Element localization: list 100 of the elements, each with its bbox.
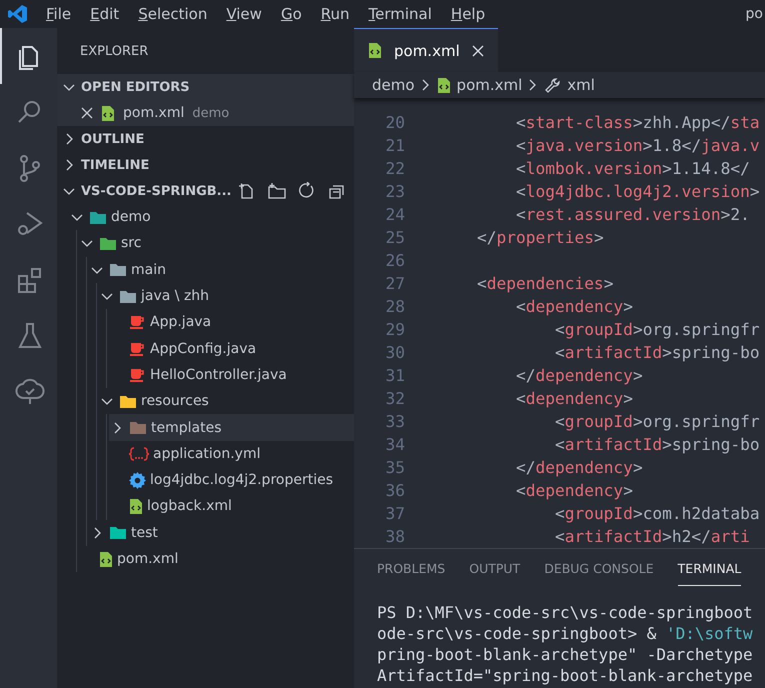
xml-file-icon — [129, 498, 143, 515]
tree-item[interactable]: src — [79, 230, 354, 257]
window-title: po — [746, 6, 763, 22]
line-number: 22 — [384, 159, 405, 178]
code-line: <rest.assured.version>2. — [514, 205, 750, 224]
line-number: 28 — [384, 297, 405, 316]
files-icon — [18, 46, 38, 70]
tree-item[interactable]: demo — [69, 204, 354, 230]
xml-file-icon — [368, 42, 382, 59]
code-line: <start-class>zhh.App</sta — [514, 113, 760, 132]
line-number: 37 — [384, 504, 405, 523]
code-line: <groupId>com.h2databa — [554, 504, 760, 523]
chevron-icon — [528, 78, 538, 92]
code-line: </dependency> — [514, 366, 643, 385]
tree-item[interactable]: templates — [109, 414, 354, 441]
menu-item[interactable]: File — [46, 3, 72, 25]
menu-item[interactable]: Edit — [90, 3, 120, 25]
refresh-icon[interactable] — [298, 182, 316, 200]
menu-item[interactable]: Selection — [138, 3, 208, 25]
coffee-cup-icon — [129, 366, 146, 383]
menu-item[interactable]: Run — [320, 3, 350, 25]
code-line: <dependency> — [514, 297, 633, 316]
coffee-cup-icon — [129, 340, 146, 357]
terminal-line: PS D:\MF\vs-code-src\vs-code-springboot — [377, 602, 754, 623]
code-line: <groupId>org.springfr — [554, 412, 760, 431]
code-line: <artifactId>h2</arti — [554, 527, 750, 546]
code-line: <java.version>1.8</java.v — [514, 136, 760, 155]
code-line: <log4jdbc.log4j2.version> — [514, 182, 760, 201]
code-line: <dependency> — [514, 481, 633, 500]
code-line: <lombok.version>1.14.8</ — [514, 159, 750, 178]
tree-item[interactable]: application.yml — [109, 440, 354, 467]
terminal-line: pring-boot-blank-archetype" -Darchetype — [377, 644, 754, 665]
flask-icon — [18, 323, 42, 348]
extensions-icon — [18, 268, 40, 293]
panel-tab[interactable]: DEBUG CONSOLE — [544, 561, 654, 586]
tree-item[interactable]: AppConfig.java — [109, 335, 354, 362]
line-number: 27 — [384, 274, 405, 293]
code-line: <dependencies> — [476, 274, 614, 293]
line-number: 23 — [384, 182, 405, 201]
breadcrumb-item[interactable]: pom.xml — [456, 76, 522, 94]
new-folder-icon[interactable] — [268, 182, 286, 200]
line-number: 25 — [384, 228, 405, 247]
xml-file-icon — [99, 550, 113, 568]
line-number: 21 — [384, 136, 405, 155]
search-icon — [18, 101, 40, 123]
section-header[interactable]: TIMELINE — [57, 152, 354, 178]
tree-item[interactable]: HelloController.java — [109, 362, 354, 388]
sidebar-title: EXPLORER — [80, 44, 148, 58]
xml-file-icon — [101, 104, 115, 122]
coffee-cup-icon — [129, 314, 146, 330]
tree-check-icon — [14, 378, 44, 405]
section-header[interactable]: OPEN EDITORS — [57, 74, 354, 100]
line-number: 36 — [384, 481, 405, 500]
breadcrumb-item[interactable]: xml — [567, 76, 595, 94]
menu-item[interactable]: Terminal — [368, 3, 432, 25]
code-line: <artifactId>spring-bo — [554, 343, 760, 362]
section-header[interactable]: VS-CODE-SPRINGB... — [57, 178, 354, 204]
tree-item[interactable]: java \ zhh — [99, 282, 354, 310]
panel-tab[interactable]: OUTPUT — [469, 561, 520, 586]
app-logo-icon — [8, 4, 28, 24]
panel-tab[interactable]: PROBLEMS — [377, 561, 446, 586]
tree-item[interactable]: log4jdbc.log4j2.properties — [109, 466, 354, 494]
tree-item[interactable]: logback.xml — [109, 493, 354, 520]
line-number: 32 — [384, 389, 405, 408]
terminal-line: ArtifactId="spring-boot-blank-archetype — [377, 665, 754, 686]
panel-tab[interactable]: TERMINAL — [678, 561, 742, 586]
line-number: 26 — [384, 251, 405, 270]
line-number: 29 — [384, 320, 405, 339]
line-number: 31 — [384, 366, 405, 385]
braces-icon — [129, 446, 149, 461]
close-icon[interactable] — [472, 44, 484, 56]
line-number: 35 — [384, 458, 405, 477]
wrench-icon — [544, 76, 562, 94]
code-line: <dependency> — [514, 389, 633, 408]
xml-file-icon — [436, 76, 451, 94]
tree-item[interactable]: pom.xml — [79, 546, 354, 572]
section-header[interactable]: OUTLINE — [57, 126, 354, 152]
breadcrumb-item[interactable]: demo — [372, 76, 415, 94]
code-line: </dependency> — [514, 458, 643, 477]
editor-tab[interactable]: pom.xml — [354, 28, 498, 72]
line-number: 24 — [384, 205, 405, 224]
close-icon[interactable] — [81, 107, 93, 119]
line-number: 30 — [384, 343, 405, 362]
tree-item[interactable]: App.java — [109, 309, 354, 336]
line-number: 34 — [384, 435, 405, 454]
code-line: <artifactId>spring-bo — [554, 435, 760, 454]
tree-item[interactable]: main — [89, 256, 354, 283]
tree-item[interactable]: test — [89, 520, 354, 546]
branch-icon — [20, 155, 40, 182]
menu-item[interactable]: Help — [450, 3, 486, 25]
open-editor-item[interactable]: pom.xml demo — [57, 100, 354, 126]
terminal-line: ode-src\vs-code-springboot> & 'D:\softw — [377, 623, 754, 644]
tree-item[interactable]: resources — [99, 388, 354, 414]
code-line: <groupId>org.springfr — [554, 320, 760, 339]
chevron-icon — [420, 78, 431, 92]
line-number: 20 — [384, 113, 405, 132]
menu-item[interactable]: View — [226, 3, 262, 25]
menu-item[interactable]: Go — [280, 3, 302, 25]
gear-icon — [129, 472, 146, 489]
line-number: 33 — [384, 412, 405, 431]
